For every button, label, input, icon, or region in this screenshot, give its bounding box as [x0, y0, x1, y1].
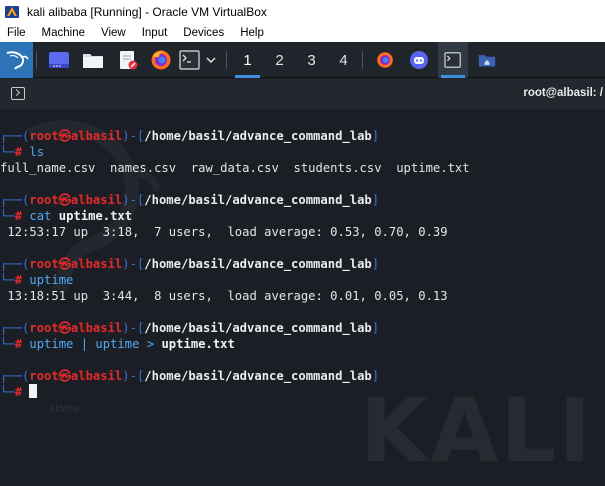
chevron-down-icon: [206, 57, 216, 64]
menu-bar: File Machine View Input Devices Help: [0, 24, 605, 42]
command-text: uptime | uptime >: [29, 337, 155, 351]
command-argument: uptime.txt: [161, 337, 235, 351]
prompt-host: albasil: [70, 257, 123, 271]
text-editor-icon: [120, 51, 138, 70]
prompt-line: ┌──(root㉿albasil)-[/home/basil/advance_c…: [0, 321, 380, 335]
prompt-symbol: #: [14, 273, 23, 287]
workspace-3-button[interactable]: 3: [296, 42, 327, 78]
terminal-window-button[interactable]: [438, 42, 468, 78]
prompt-host: albasil: [70, 321, 123, 335]
prompt-path: /home/basil/advance_command_lab: [144, 193, 372, 207]
prompt-at: ㉿: [58, 257, 71, 271]
kali-top-panel: 1 2 3 4: [0, 42, 605, 78]
window-titlebar: kali alibaba [Running] - Oracle VM Virtu…: [0, 0, 605, 24]
command-line: └─# uptime: [0, 273, 74, 287]
terminal-tab-icon[interactable]: [11, 87, 25, 100]
prompt-path: /home/basil/advance_command_lab: [144, 321, 372, 335]
firefox-launcher-button[interactable]: [146, 42, 176, 78]
discord-window-button[interactable]: [404, 42, 434, 78]
firefox-icon: [151, 50, 171, 70]
prompt-at: ㉿: [58, 369, 71, 383]
terminal-launcher-button[interactable]: [178, 42, 218, 78]
kali-menu-button[interactable]: [0, 42, 33, 78]
command-text: uptime: [29, 273, 74, 287]
window-title: kali alibaba [Running] - Oracle VM Virtu…: [27, 5, 267, 19]
panel-separator: [226, 51, 227, 69]
prompt-at: ㉿: [58, 129, 71, 143]
firefox-window-button[interactable]: [370, 42, 400, 78]
prompt-line: ┌──(root㉿albasil)-[/home/basil/advance_c…: [0, 129, 380, 143]
prompt-path: /home/basil/advance_command_lab: [144, 257, 372, 271]
command-text: cat: [29, 209, 52, 223]
menu-devices[interactable]: Devices: [175, 27, 232, 39]
menu-view[interactable]: View: [93, 27, 134, 39]
command-line: └─# uptime | uptime > uptime.txt: [0, 337, 235, 351]
menu-machine[interactable]: Machine: [34, 27, 93, 39]
text-editor-button[interactable]: [113, 42, 143, 78]
menu-help[interactable]: Help: [232, 27, 272, 39]
prompt-user: root: [29, 129, 59, 143]
prompt-at: ㉿: [58, 193, 71, 207]
command-output: full_name.csv names.csv raw_data.csv stu…: [0, 161, 470, 175]
command-text: ls: [29, 145, 45, 159]
prompt-symbol: #: [14, 385, 23, 399]
text-cursor: [29, 384, 38, 398]
prompt-path: /home/basil/advance_command_lab: [144, 129, 372, 143]
desktop-icon: [49, 52, 69, 68]
prompt-user: root: [29, 369, 59, 383]
menu-input[interactable]: Input: [134, 27, 176, 39]
firefox-icon: [377, 52, 393, 68]
command-output: 12:53:17 up 3:18, 7 users, load average:…: [0, 225, 448, 239]
command-argument: uptime.txt: [58, 209, 133, 223]
prompt-host: albasil: [70, 369, 123, 383]
prompt-user: root: [29, 321, 59, 335]
terminal-icon: [444, 52, 461, 68]
home-folder-icon: [478, 55, 496, 67]
workspace-2-button[interactable]: 2: [264, 42, 295, 78]
panel-separator: [362, 51, 363, 69]
prompt-line: ┌──(root㉿albasil)-[/home/basil/advance_c…: [0, 369, 380, 383]
prompt-host: albasil: [70, 129, 123, 143]
file-manager-button[interactable]: [78, 42, 108, 78]
workspace-1-button[interactable]: 1: [232, 42, 263, 78]
prompt-host: albasil: [70, 193, 123, 207]
command-line: └─# cat uptime.txt: [0, 209, 133, 223]
prompt-symbol: #: [14, 337, 23, 351]
panel-separator: [36, 51, 37, 69]
prompt-line: ┌──(root㉿albasil)-[/home/basil/advance_c…: [0, 193, 380, 207]
workspace-4-button[interactable]: 4: [328, 42, 359, 78]
terminal-title: root@albasil: /: [523, 87, 603, 99]
command-line: └─# ls: [0, 145, 45, 159]
prompt-path: /home/basil/advance_command_lab: [144, 369, 372, 383]
kali-dragon-icon: [6, 51, 29, 70]
prompt-at: ㉿: [58, 321, 71, 335]
prompt-user: root: [29, 257, 59, 271]
discord-icon: [410, 51, 428, 69]
prompt-symbol: #: [14, 209, 23, 223]
prompt-user: root: [29, 193, 59, 207]
active-command-line[interactable]: └─#: [0, 384, 605, 400]
show-desktop-button[interactable]: [44, 42, 74, 78]
prompt-line: ┌──(root㉿albasil)-[/home/basil/advance_c…: [0, 257, 380, 271]
home-folder-window-button[interactable]: [472, 42, 502, 78]
prompt-symbol: #: [14, 145, 23, 159]
folder-icon: [83, 54, 103, 68]
virtualbox-icon: [4, 4, 20, 20]
command-output: 13:18:51 up 3:44, 8 users, load average:…: [0, 289, 448, 303]
terminal-icon: [179, 50, 200, 70]
terminal-body[interactable]: KALI Home ┌──(root㉿albasil)-[/home/basil…: [0, 109, 605, 486]
menu-file[interactable]: File: [0, 27, 34, 39]
desktop-home-label: Home: [50, 403, 80, 415]
terminal-header: root@albasil: /: [0, 79, 605, 109]
